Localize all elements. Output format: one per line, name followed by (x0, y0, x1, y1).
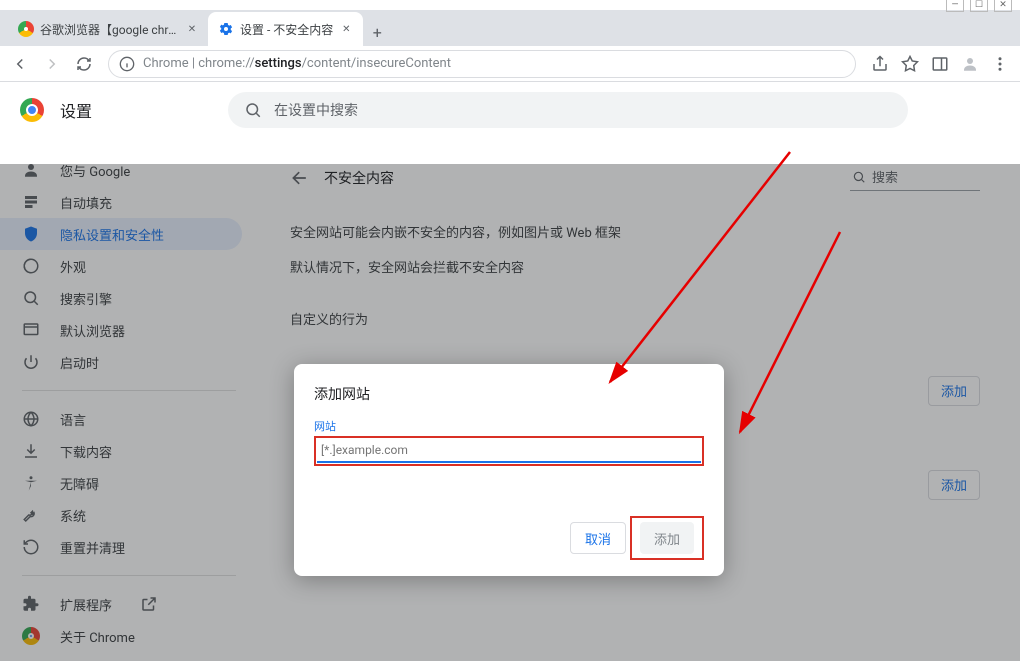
settings-icon (218, 21, 234, 37)
close-icon[interactable]: ✕ (339, 22, 353, 36)
site-url-input[interactable] (317, 439, 701, 463)
browser-tab[interactable]: 谷歌浏览器【google chrome】 ✕ (8, 12, 208, 46)
confirm-button[interactable]: 添加 (640, 522, 694, 554)
chrome-info-icon (119, 56, 135, 72)
profile-button[interactable] (956, 50, 984, 78)
cancel-button[interactable]: 取消 (570, 522, 626, 554)
browser-toolbar: Chrome | chrome://settings/content/insec… (0, 46, 1020, 82)
chrome-icon (18, 21, 34, 37)
window-min-button[interactable]: — (946, 0, 964, 12)
dialog-field-label: 网站 (314, 418, 704, 434)
window-max-button[interactable]: ☐ (970, 0, 988, 12)
sidepanel-button[interactable] (926, 50, 954, 78)
url-text: Chrome | chrome://settings/content/insec… (143, 56, 451, 71)
new-tab-button[interactable]: + (363, 18, 391, 46)
page-header: 设置 在设置中搜索 (0, 82, 1020, 138)
window-titlebar: — ☐ ✕ (0, 0, 1020, 10)
chrome-icon (20, 98, 44, 122)
close-icon[interactable]: ✕ (186, 22, 198, 36)
tab-title: 谷歌浏览器【google chrome】 (40, 21, 180, 38)
search-icon (244, 101, 262, 119)
menu-button[interactable] (986, 50, 1014, 78)
browser-tab[interactable]: 设置 - 不安全内容 ✕ (208, 12, 363, 46)
share-button[interactable] (866, 50, 894, 78)
input-highlight (314, 436, 704, 466)
address-bar[interactable]: Chrome | chrome://settings/content/insec… (108, 50, 856, 78)
dialog-title: 添加网站 (314, 384, 704, 404)
add-site-dialog: 添加网站 网站 取消 添加 (294, 364, 724, 576)
bookmark-button[interactable] (896, 50, 924, 78)
search-placeholder: 在设置中搜索 (274, 100, 358, 120)
reload-button[interactable] (70, 50, 98, 78)
tab-strip: 谷歌浏览器【google chrome】 ✕ 设置 - 不安全内容 ✕ + (0, 10, 1020, 46)
dialog-buttons: 取消 添加 (314, 516, 704, 560)
settings-search[interactable]: 在设置中搜索 (228, 92, 908, 128)
nav-forward-button[interactable] (38, 50, 66, 78)
nav-back-button[interactable] (6, 50, 34, 78)
confirm-highlight: 添加 (630, 516, 704, 560)
settings-page: 设置 在设置中搜索 您与 Google 自动填充 隐私设置和安全性 外观 搜索引… (0, 82, 1020, 661)
window-close-button[interactable]: ✕ (994, 0, 1012, 12)
page-title: 设置 (60, 98, 92, 122)
tab-title: 设置 - 不安全内容 (240, 21, 333, 38)
